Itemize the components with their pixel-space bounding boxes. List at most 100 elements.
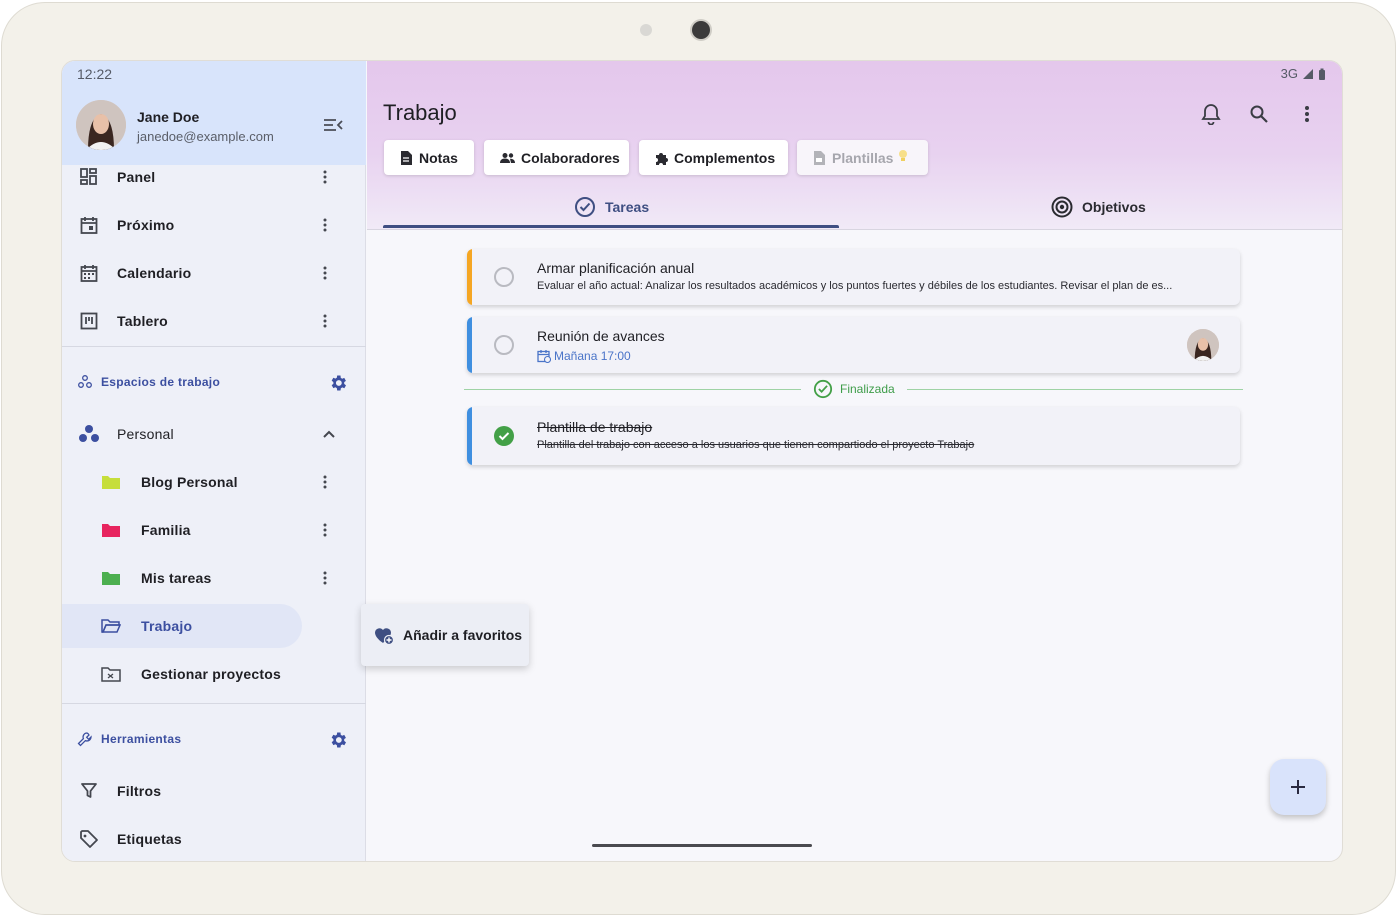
dashboard-icon (78, 166, 100, 188)
assignee-avatar[interactable] (1187, 329, 1219, 361)
folder-icon (100, 519, 122, 541)
add-task-button[interactable] (1270, 759, 1326, 815)
more-vert-icon[interactable] (316, 167, 334, 187)
section-title: Herramientas (101, 732, 182, 746)
task-color-bar (467, 407, 472, 465)
folder-icon (100, 471, 122, 493)
divider (62, 703, 366, 704)
tools-settings-icon[interactable] (328, 730, 348, 750)
workspace-group-icon (78, 423, 100, 445)
lightbulb-icon (897, 149, 909, 166)
workspace-item-label: Trabajo (141, 618, 193, 634)
tab-objetivos[interactable]: Objetivos (1051, 189, 1146, 225)
more-vert-icon[interactable] (316, 263, 334, 283)
task-date-text: Mañana 17:00 (554, 349, 631, 363)
task-checkbox[interactable] (494, 335, 514, 355)
user-email: janedoe@example.com (137, 129, 274, 144)
collapse-menu-icon[interactable] (322, 117, 344, 133)
nav-item-tablero[interactable]: Tablero (62, 299, 366, 343)
gesture-home-bar[interactable] (592, 844, 812, 847)
calendar-event-icon (78, 214, 100, 236)
nav-item-label: Filtros (117, 783, 162, 799)
chip-plantillas[interactable]: Plantillas (797, 140, 928, 175)
nav-item-label: Calendario (117, 265, 192, 281)
note-icon (400, 150, 414, 165)
status-bar-right: 3G (1281, 66, 1326, 81)
tab-label: Tareas (605, 199, 650, 215)
workspaces-icon (78, 375, 92, 388)
workspace-item-mis-tareas[interactable]: Mis tareas (62, 556, 366, 600)
main-header: 3G Trabajo Notas Colaboradores Complemen… (367, 61, 1342, 230)
people-icon (500, 151, 516, 165)
folder-open-icon (100, 615, 122, 637)
task-description: Plantilla del trabajo con acceso a los u… (537, 439, 975, 451)
nav-item-etiquetas[interactable]: Etiquetas (62, 817, 366, 861)
chip-complementos[interactable]: Complementos (639, 140, 788, 175)
nav-item-panel[interactable]: Panel (62, 155, 366, 199)
board-icon (78, 310, 100, 332)
signal-icon (1303, 68, 1313, 79)
task-card[interactable]: Reunión de avances Mañana 17:00 (467, 317, 1240, 373)
screen: 12:22 Jane Doe janedoe@example.com Panel… (61, 60, 1343, 862)
separator-line (464, 389, 801, 390)
search-icon[interactable] (1247, 102, 1271, 126)
folder-icon (100, 567, 122, 589)
workspace-item-label: Familia (141, 522, 191, 538)
workspace-item-label: Mis tareas (141, 570, 212, 586)
task-title: Reunión de avances (537, 328, 665, 344)
nav-item-proximo[interactable]: Próximo (62, 203, 366, 247)
task-checkbox[interactable] (494, 267, 514, 287)
workspace-item-blog-personal[interactable]: Blog Personal (62, 460, 366, 504)
label-icon (78, 828, 100, 850)
add-icon (1291, 780, 1305, 794)
nav-item-calendario[interactable]: Calendario (62, 251, 366, 295)
task-check-icon (574, 196, 596, 218)
chip-label: Colaboradores (521, 149, 620, 166)
chip-notas[interactable]: Notas (384, 140, 474, 175)
status-time: 12:22 (77, 66, 113, 82)
task-title: Armar planificación anual (537, 260, 695, 276)
front-camera (692, 21, 710, 39)
workspaces-settings-icon[interactable] (328, 373, 348, 393)
workspace-item-label: Gestionar proyectos (141, 666, 281, 682)
wrench-icon (77, 732, 92, 747)
bell-icon[interactable] (1199, 102, 1223, 126)
task-description: Evaluar el año actual: Analizar los resu… (537, 280, 1173, 292)
light-sensor (640, 24, 652, 36)
divider (62, 346, 366, 347)
menu-item-add-favorites[interactable]: Añadir a favoritos (403, 627, 522, 643)
user-avatar[interactable] (76, 100, 126, 150)
section-workspaces: Espacios de trabajo (77, 370, 220, 394)
check-circle-icon (813, 379, 833, 399)
task-color-bar (467, 249, 472, 305)
more-vert-icon[interactable] (316, 215, 334, 235)
calendar-month-icon (78, 262, 100, 284)
more-vert-icon[interactable] (1295, 102, 1319, 126)
sidebar-header: 12:22 Jane Doe janedoe@example.com (62, 61, 366, 165)
more-vert-icon[interactable] (316, 472, 334, 492)
task-card-completed[interactable]: Plantilla de trabajo Plantilla del traba… (467, 407, 1240, 465)
workspace-item-gestionar-proyectos[interactable]: Gestionar proyectos (62, 652, 366, 696)
task-checkbox-checked[interactable] (494, 426, 514, 446)
task-color-bar (467, 317, 472, 373)
section-tools: Herramientas (77, 727, 181, 751)
tab-tareas[interactable]: Tareas (574, 189, 649, 225)
workspace-group-personal[interactable]: Personal (62, 412, 366, 456)
more-vert-icon[interactable] (316, 311, 334, 331)
chevron-up-icon[interactable] (320, 424, 338, 444)
nav-item-filtros[interactable]: Filtros (62, 769, 366, 813)
workspace-item-familia[interactable]: Familia (62, 508, 366, 552)
separator-line (907, 389, 1243, 390)
task-title: Plantilla de trabajo (537, 419, 653, 435)
more-vert-icon[interactable] (316, 520, 334, 540)
workspace-group-label: Personal (117, 426, 174, 442)
battery-icon (1319, 68, 1325, 80)
workspace-item-trabajo[interactable]: Trabajo (62, 604, 302, 648)
task-card[interactable]: Armar planificación anual Evaluar el año… (467, 249, 1240, 305)
separator-label: Finalizada (840, 382, 895, 396)
chip-colaboradores[interactable]: Colaboradores (484, 140, 629, 175)
context-menu: Añadir a favoritos (361, 604, 529, 666)
chip-label: Complementos (674, 149, 776, 166)
nav-item-label: Próximo (117, 217, 175, 233)
more-vert-icon[interactable] (316, 568, 334, 588)
